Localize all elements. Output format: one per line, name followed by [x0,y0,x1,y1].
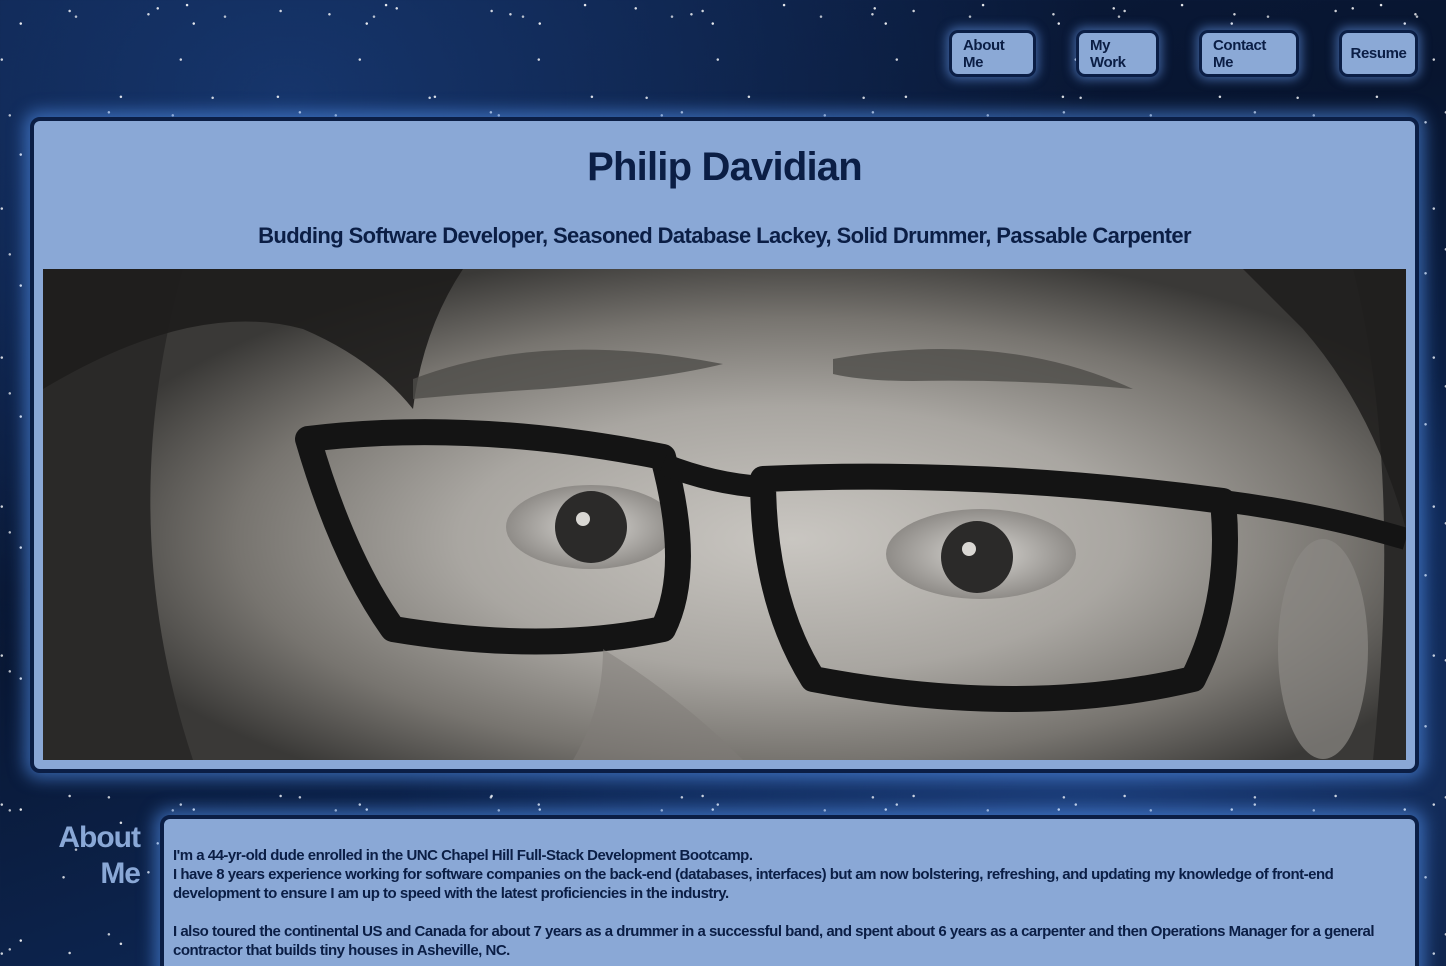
about-paragraph-1: I'm a 44-yr-old dude enrolled in the UNC… [173,846,1407,903]
about-me-heading: About Me [48,820,141,892]
nav-contact-me-button[interactable]: Contact Me [1199,30,1299,77]
page-title: Philip Davidian [587,145,863,189]
hero-panel: Philip Davidian Budding Software Develop… [30,117,1419,773]
about-heading-line1: About [58,821,141,854]
portrait-photo [43,269,1406,760]
nav-my-work-button[interactable]: My Work [1076,30,1159,77]
nav-resume-button[interactable]: Resume [1339,30,1418,77]
about-heading-line2: Me [100,857,141,890]
main-nav: About Me My Work Contact Me Resume [949,30,1418,77]
about-me-card: I'm a 44-yr-old dude enrolled in the UNC… [160,815,1419,966]
about-paragraph-1-line-1: I'm a 44-yr-old dude enrolled in the UNC… [173,847,753,864]
about-paragraph-2: I also toured the continental US and Can… [173,923,1375,959]
hero-tagline: Budding Software Developer, Seasoned Dat… [258,223,1191,248]
portrait-illustration [43,269,1406,760]
about-paragraph-1-line-2: I have 8 years experience working for so… [173,866,1334,902]
nav-about-me-button[interactable]: About Me [949,30,1036,77]
